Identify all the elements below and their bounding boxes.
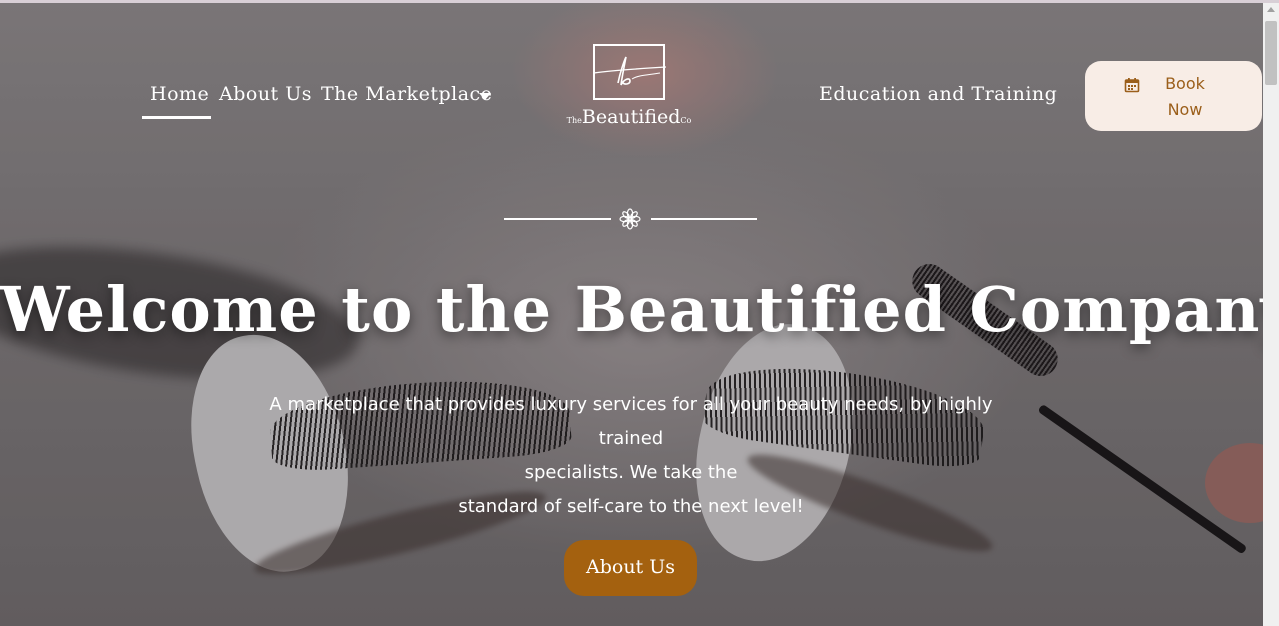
nav-about-us[interactable]: About Us xyxy=(219,83,312,105)
hero-section: Home About Us The Marketplace Education … xyxy=(0,3,1263,626)
about-us-cta-label: About Us xyxy=(586,556,675,578)
caret-down-icon[interactable] xyxy=(479,93,491,100)
hero-subtitle: A marketplace that provides luxury servi… xyxy=(250,388,1012,524)
divider-line-left xyxy=(504,218,611,220)
site-logo[interactable]: TheBeautifiedCo xyxy=(566,41,692,131)
hero-subtitle-line: standard of self-care to the next level! xyxy=(458,496,804,517)
flower-icon xyxy=(619,208,641,230)
logo-signature-icon xyxy=(593,56,667,86)
logo-wordmark: TheBeautifiedCo xyxy=(566,106,692,128)
hero-headline: Welcome to the Beautified Company xyxy=(0,273,1263,346)
hero-subtitle-line: specialists. We take the xyxy=(524,462,738,483)
scroll-up-icon[interactable] xyxy=(1267,7,1275,12)
nav-education-training[interactable]: Education and Training xyxy=(819,83,1057,105)
nav-home[interactable]: Home xyxy=(150,83,209,105)
calendar-icon xyxy=(1124,78,1140,93)
divider-line-right xyxy=(651,218,757,220)
about-us-cta-button[interactable]: About Us xyxy=(564,540,697,596)
page-scrollbar[interactable] xyxy=(1263,3,1279,626)
book-now-button[interactable]: Book Now xyxy=(1085,61,1262,131)
hero-subtitle-line: A marketplace that provides luxury servi… xyxy=(269,394,993,449)
scrollbar-thumb[interactable] xyxy=(1265,21,1277,85)
nav-marketplace[interactable]: The Marketplace xyxy=(321,83,492,105)
nav-home-active-indicator xyxy=(142,116,211,119)
book-now-label: Book Now xyxy=(1165,74,1205,119)
